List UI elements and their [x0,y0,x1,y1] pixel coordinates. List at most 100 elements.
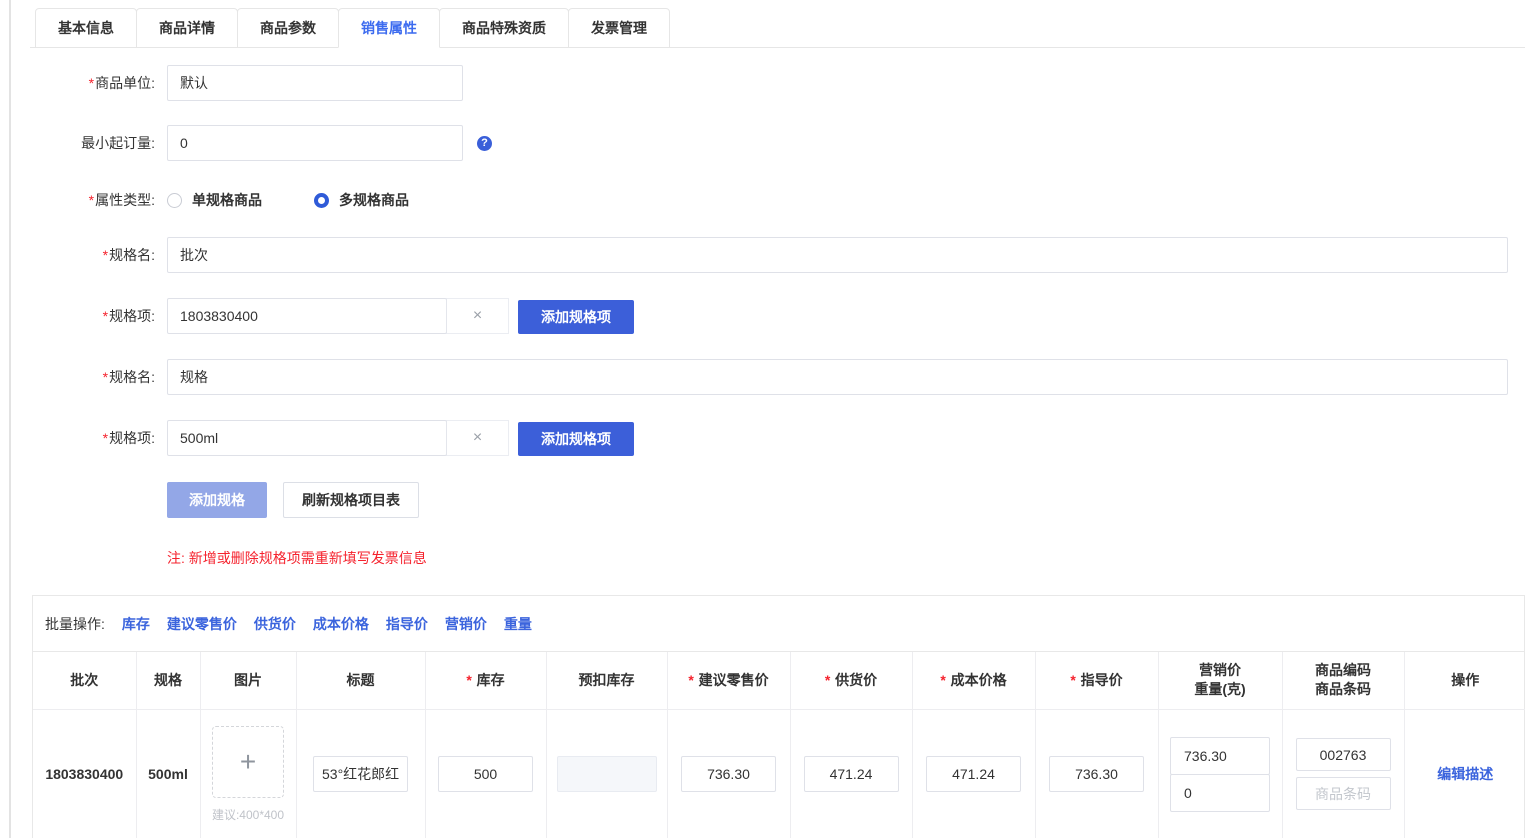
tab-invoice-management[interactable]: 发票管理 [568,8,670,48]
plus-icon: + [240,746,256,778]
col-action: 操作 [1404,652,1525,709]
sku-marketing-weight-cell [1158,709,1282,838]
required-marker: * [1070,672,1075,688]
spec-change-note: 注: 新增或删除规格项需重新填写发票信息 [167,548,1525,568]
refresh-spec-table-button[interactable]: 刷新规格项目表 [283,482,419,518]
sku-table: 批次 规格 图片 标题 * 库存 预扣库存 * 建议零售价 * 供货价 * 成本… [33,652,1525,838]
spec-name-input-1[interactable] [167,237,1508,273]
radio-single-spec[interactable]: 单规格商品 [167,190,262,210]
sku-supply-price-input[interactable] [804,756,899,792]
product-edit-page: 基本信息 商品详情 商品参数 销售属性 商品特殊资质 发票管理 *商品单位: 最… [30,8,1525,838]
col-withheld-stock: 预扣库存 [546,652,667,709]
sku-stock-cell [425,709,546,838]
batch-link-stock[interactable]: 库存 [122,614,150,634]
remove-spec-item-button-2[interactable]: × [446,420,509,456]
sku-suggested-retail-price-input[interactable] [681,756,776,792]
sku-weight-input[interactable] [1170,774,1270,812]
required-marker: * [940,672,945,688]
col-product-code-barcode: 商品编码商品条码 [1282,652,1404,709]
sku-code-barcode-cell [1282,709,1404,838]
col-marketing-price-weight: 营销价重量(克) [1158,652,1282,709]
col-image: 图片 [200,652,296,709]
add-spec-item-button-2[interactable]: 添加规格项 [518,422,634,456]
col-stock: * 库存 [425,652,546,709]
batch-link-weight[interactable]: 重量 [504,614,532,634]
batch-link-marketing-price[interactable]: 营销价 [445,614,487,634]
tab-basic-info[interactable]: 基本信息 [35,8,137,48]
col-batch: 批次 [33,652,136,709]
spec-item-label: *规格项: [30,306,155,326]
tab-bar: 基本信息 商品详情 商品参数 销售属性 商品特殊资质 发票管理 [30,8,1525,48]
unit-input[interactable] [167,65,463,101]
edit-description-link[interactable]: 编辑描述 [1437,766,1493,782]
sku-marketing-price-input[interactable] [1170,737,1270,775]
radio-multi-spec[interactable]: 多规格商品 [314,190,409,210]
tab-product-detail[interactable]: 商品详情 [136,8,238,48]
sku-cost-price-cell [912,709,1035,838]
sku-cost-price-input[interactable] [926,756,1021,792]
add-spec-button[interactable]: 添加规格 [167,482,267,518]
sku-title-input[interactable] [313,756,408,792]
spec-item-input-1[interactable] [167,298,447,334]
sku-withheld-stock-cell [546,709,667,838]
spec-item-row-2: *规格项: × 添加规格项 [30,420,1525,456]
tab-product-params[interactable]: 商品参数 [237,8,339,48]
batch-link-cost-price[interactable]: 成本价格 [313,614,369,634]
radio-single-spec-label: 单规格商品 [192,190,262,210]
col-cost-price: * 成本价格 [912,652,1035,709]
attr-type-label: *属性类型: [30,190,155,210]
close-icon: × [473,307,482,325]
radio-multi-spec-label: 多规格商品 [339,190,409,210]
required-marker: * [103,369,108,385]
sku-barcode-input[interactable] [1296,777,1391,810]
unit-row: *商品单位: [30,65,1525,101]
batch-link-supply-price[interactable]: 供货价 [254,614,296,634]
col-title: 标题 [296,652,425,709]
sales-attributes-form: *商品单位: 最小起订量: ? *属性类型: 单规格商品 多规格商品 *规 [30,48,1525,568]
batch-link-guide-price[interactable]: 指导价 [386,614,428,634]
sku-supply-price-cell [790,709,912,838]
batch-link-suggested-retail-price[interactable]: 建议零售价 [167,614,237,634]
required-marker: * [466,672,471,688]
tab-special-qualification[interactable]: 商品特殊资质 [439,8,569,48]
add-spec-item-button-1[interactable]: 添加规格项 [518,300,634,334]
batch-operations-bar: 批量操作: 库存 建议零售价 供货价 成本价格 指导价 营销价 重量 [33,596,1524,652]
col-spec: 规格 [136,652,200,709]
spec-item-row-1: *规格项: × 添加规格项 [30,298,1525,334]
sku-guide-price-input[interactable] [1049,756,1144,792]
sku-image-cell: + 建议:400*400 [200,709,296,838]
sku-table-header-row: 批次 规格 图片 标题 * 库存 预扣库存 * 建议零售价 * 供货价 * 成本… [33,652,1525,709]
spec-name-input-2[interactable] [167,359,1508,395]
required-marker: * [103,308,108,324]
image-upload-button[interactable]: + [212,726,284,798]
sku-title-cell [296,709,425,838]
col-guide-price: * 指导价 [1035,652,1158,709]
spec-name-row-2: *规格名: [30,359,1525,395]
spec-item-input-2[interactable] [167,420,447,456]
sku-row: 1803830400 500ml + 建议:400*400 [33,709,1525,838]
attr-type-row: *属性类型: 单规格商品 多规格商品 [30,190,1525,210]
tab-sales-attributes[interactable]: 销售属性 [338,8,440,48]
required-marker: * [688,672,693,688]
help-icon[interactable]: ? [477,136,492,151]
spec-buttons-row: 添加规格 刷新规格项目表 [30,482,1525,518]
required-marker: * [103,430,108,446]
spec-item-group-2: × [167,420,509,456]
col-supply-price: * 供货价 [790,652,912,709]
sku-panel: 批量操作: 库存 建议零售价 供货价 成本价格 指导价 营销价 重量 批次 规格… [32,595,1525,838]
close-icon: × [473,429,482,447]
sku-stock-input[interactable] [438,756,533,792]
sku-suggested-retail-price-cell [667,709,790,838]
remove-spec-item-button-1[interactable]: × [446,298,509,334]
spec-name-label: *规格名: [30,367,155,387]
sku-product-code-input[interactable] [1296,738,1391,771]
spec-item-group-1: × [167,298,509,334]
batch-operations-label: 批量操作: [45,614,105,634]
sku-spec-value: 500ml [136,709,200,838]
required-marker: * [89,75,94,91]
min-order-row: 最小起订量: ? [30,125,1525,161]
radio-circle-icon [167,193,182,208]
col-suggested-retail-price: * 建议零售价 [667,652,790,709]
min-order-input[interactable] [167,125,463,161]
attr-type-radio-group: 单规格商品 多规格商品 [167,190,409,210]
